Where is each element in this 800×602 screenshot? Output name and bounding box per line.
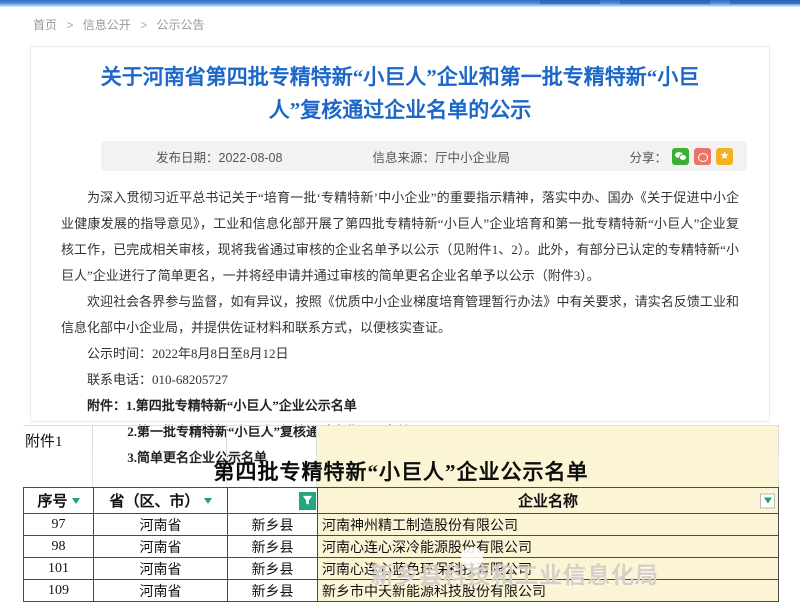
cell-seq: 101	[24, 558, 94, 580]
empty-cell	[93, 426, 227, 455]
cell-province: 河南省	[94, 514, 228, 536]
breadcrumb-notice-link[interactable]: 公示公告	[156, 18, 204, 32]
nav-bar-segment	[540, 0, 600, 4]
nav-bar-segment	[620, 0, 710, 4]
public-time: 公示时间：2022年8月8日至8月12日	[61, 341, 739, 367]
article-meta-bar: 发布日期：2022-08-08 信息来源：厅中小企业局 分享：	[101, 141, 747, 171]
table-row: 98 河南省 新乡县 河南心连心深冷能源股份有限公司	[24, 536, 779, 558]
header-seq-label: 序号	[37, 490, 67, 511]
breadcrumb-separator: >	[66, 18, 73, 32]
attachment-item: 附件：1.第四批专精特新“小巨人”企业公示名单	[61, 393, 739, 419]
cell-company: 河南神州精工制造股份有限公司	[318, 514, 779, 536]
info-source: 信息来源：厅中小企业局	[372, 147, 510, 166]
share-bar: 分享：	[629, 147, 733, 166]
active-filter-icon[interactable]	[299, 492, 316, 510]
cell-county: 新乡县	[228, 514, 318, 536]
publish-date-label: 发布日期：	[156, 151, 219, 165]
sheet-attachment-row: 附件1	[23, 425, 779, 455]
cell-county: 新乡县	[228, 558, 318, 580]
contact-phone: 联系电话：010-68205727	[61, 367, 739, 393]
cell-province: 河南省	[94, 558, 228, 580]
cell-company: 河南心连心深冷能源股份有限公司	[318, 536, 779, 558]
info-source-label: 信息来源：	[372, 151, 435, 165]
attachment1-label: 附件1	[23, 426, 93, 455]
breadcrumb-separator: >	[140, 18, 147, 32]
article-panel: 关于河南省第四批专精特新“小巨人”企业和第一批专精特新“小巨人”复核通过企业名单…	[30, 46, 770, 422]
header-county	[228, 488, 318, 514]
attachment-item-1: 1.第四批专精特新“小巨人”企业公示名单	[126, 398, 357, 413]
table-row: 101 河南省 新乡县 河南心连心蓝色环保科技有限公司	[24, 558, 779, 580]
cell-company: 新乡市中天新能源科技股份有限公司	[318, 580, 779, 602]
empty-cell	[227, 426, 317, 455]
paragraph: 为深入贯彻习近平总书记关于“培育一批‘专精特新’中小企业”的重要指示精神，落实中…	[61, 185, 739, 289]
data-table: 序号 省（区、市） 企业名称 97 河南省 新乡县 河南神州精工制造股	[23, 487, 779, 602]
cell-seq: 109	[24, 580, 94, 602]
header-company-label: 企业名称	[518, 490, 578, 511]
cell-county: 新乡县	[228, 536, 318, 558]
table-header-row: 序号 省（区、市） 企业名称	[24, 488, 779, 514]
publish-date-value: 2022-08-08	[219, 151, 283, 165]
table-row: 109 河南省 新乡县 新乡市中天新能源科技股份有限公司	[24, 580, 779, 602]
top-nav-bar	[0, 0, 800, 7]
header-seq: 序号	[24, 488, 94, 514]
cell-company: 河南心连心蓝色环保科技有限公司	[318, 558, 779, 580]
header-province: 省（区、市）	[94, 488, 228, 514]
breadcrumb-home-link[interactable]: 首页	[33, 18, 57, 32]
page-title: 关于河南省第四批专精特新“小巨人”企业和第一批专精特新“小巨人”复核通过企业名单…	[31, 61, 769, 127]
cell-county: 新乡县	[228, 580, 318, 602]
empty-cell	[317, 426, 779, 455]
paragraph: 欢迎社会各界参与监督，如有异议，按照《优质中小企业梯度培育管理暂行办法》中有关要…	[61, 289, 739, 341]
filter-dropdown-icon[interactable]	[204, 498, 212, 504]
favorite-share-icon[interactable]	[716, 148, 733, 165]
breadcrumb-info-link[interactable]: 信息公开	[83, 18, 131, 32]
weibo-share-icon[interactable]	[694, 148, 711, 165]
filter-dropdown-icon[interactable]	[72, 498, 80, 504]
table-title: 第四批专精特新“小巨人”企业公示名单	[23, 455, 779, 487]
cell-province: 河南省	[94, 536, 228, 558]
cell-seq: 98	[24, 536, 94, 558]
info-source-value: 厅中小企业局	[435, 151, 510, 165]
filter-dropdown-icon[interactable]	[760, 493, 775, 508]
header-company: 企业名称	[318, 488, 779, 514]
table-row: 97 河南省 新乡县 河南神州精工制造股份有限公司	[24, 514, 779, 536]
nav-bar-segment	[730, 0, 800, 4]
publish-date: 发布日期：2022-08-08	[156, 147, 282, 166]
cell-seq: 97	[24, 514, 94, 536]
spreadsheet: 附件1 第四批专精特新“小巨人”企业公示名单 序号 省（区、市）	[23, 425, 779, 602]
share-label: 分享：	[629, 147, 667, 166]
header-province-label: 省（区、市）	[109, 490, 199, 511]
breadcrumb: 首页 > 信息公开 > 公示公告	[33, 16, 204, 33]
sheet-title-row: 第四批专精特新“小巨人”企业公示名单	[23, 455, 779, 487]
cell-province: 河南省	[94, 580, 228, 602]
wechat-share-icon[interactable]	[672, 148, 689, 165]
attachment-label: 附件：	[87, 398, 126, 413]
